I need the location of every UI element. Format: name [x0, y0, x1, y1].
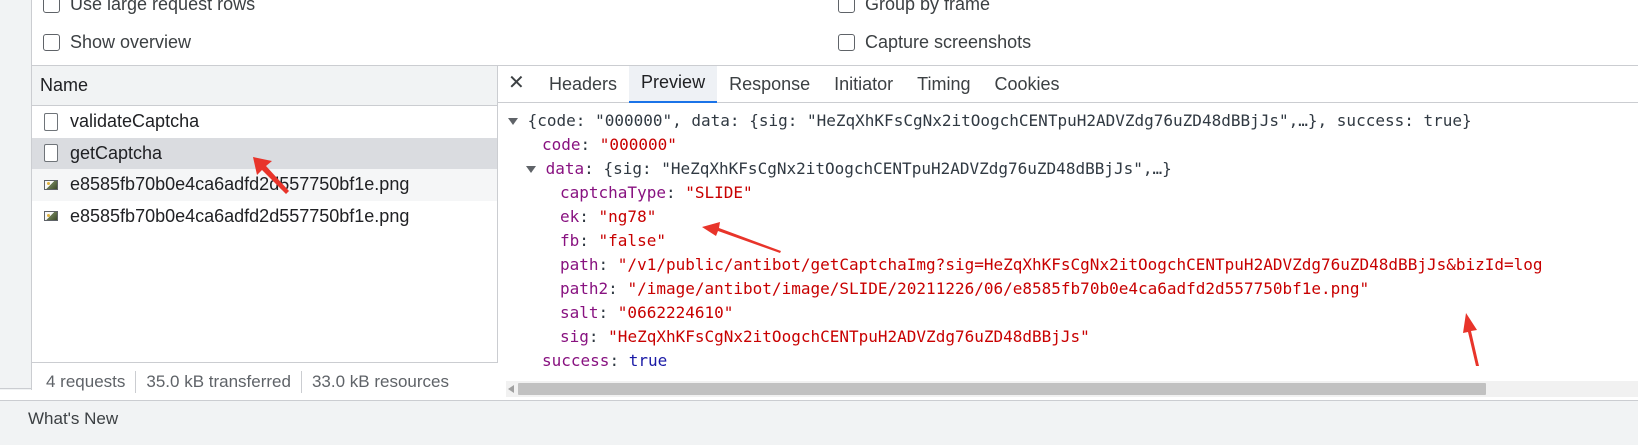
json-key: fb — [560, 231, 580, 250]
tab-whats-new[interactable]: What's New — [28, 409, 118, 429]
json-key: code — [542, 135, 581, 154]
request-rows: validateCaptcha getCaptcha e8585fb70b0e4… — [32, 106, 497, 232]
json-data-line[interactable]: data: {sig: "HeZqXhKFsCgNx2itOogchCENTpu… — [526, 158, 1172, 180]
tab-initiator[interactable]: Initiator — [822, 66, 905, 103]
json-field-line: fb: "false" — [560, 231, 666, 250]
scroll-left-icon[interactable] — [508, 385, 514, 393]
json-key: ek — [560, 207, 580, 226]
request-count: 4 requests — [46, 371, 126, 391]
name-column-header[interactable]: Name — [32, 66, 497, 106]
json-code-line: code: "000000" — [542, 135, 677, 154]
detail-tabbar: ✕ Headers Preview Response Initiator Tim… — [498, 66, 1638, 103]
json-key: sig — [560, 327, 589, 346]
group-by-frame-label: Group by frame — [865, 0, 991, 14]
expand-triangle-icon[interactable] — [526, 166, 536, 173]
json-key: salt — [560, 303, 599, 322]
network-summary-bar: 4 requests 35.0 kB transferred 33.0 kB r… — [32, 362, 498, 400]
json-value: "0662224610" — [617, 303, 734, 322]
request-detail-panel: ✕ Headers Preview Response Initiator Tim… — [498, 66, 1638, 400]
bottom-drawer: What's New — [0, 400, 1638, 445]
tab-timing[interactable]: Timing — [905, 66, 982, 103]
tab-headers[interactable]: Headers — [537, 66, 629, 103]
request-name: e8585fb70b0e4ca6adfd2d557750bf1e.png — [70, 174, 410, 195]
status-divider — [300, 370, 302, 393]
group-by-frame-checkbox[interactable] — [838, 0, 855, 13]
request-name: validateCaptcha — [70, 111, 200, 132]
capture-screenshots-checkbox[interactable] — [838, 34, 855, 51]
document-icon — [44, 144, 58, 163]
image-icon — [44, 179, 58, 190]
show-overview-label: Show overview — [70, 32, 192, 52]
tab-response[interactable]: Response — [717, 66, 822, 103]
scrollbar-thumb[interactable] — [518, 383, 1486, 395]
tab-preview[interactable]: Preview — [629, 66, 718, 103]
horizontal-scrollbar[interactable] — [506, 381, 1638, 397]
request-name: getCaptcha — [70, 142, 163, 163]
tab-cookies[interactable]: Cookies — [983, 66, 1072, 103]
json-field-line: path2: "/image/antibot/image/SLIDE/20211… — [560, 279, 1370, 298]
json-key: success — [542, 351, 610, 370]
json-value: "/v1/public/antibot/getCaptchaImg?sig=He… — [617, 255, 1543, 274]
image-icon — [44, 211, 58, 222]
use-large-rows-option[interactable]: Use large request rows — [43, 0, 255, 15]
resources-size: 33.0 kB resources — [311, 371, 449, 391]
use-large-rows-label: Use large request rows — [70, 0, 256, 14]
request-row-validatecaptcha[interactable]: validateCaptcha — [32, 106, 497, 138]
json-value: "HeZqXhKFsCgNx2itOogchCENTpuH2ADVZdg76uZ… — [608, 327, 1090, 346]
json-key: captchaType — [560, 183, 666, 202]
transferred-size: 35.0 kB transferred — [146, 371, 291, 391]
request-row-image-1[interactable]: e8585fb70b0e4ca6adfd2d557750bf1e.png — [32, 169, 497, 201]
show-overview-option[interactable]: Show overview — [43, 32, 191, 53]
json-data-summary: {sig: "HeZqXhKFsCgNx2itOogchCENTpuH2ADVZ… — [603, 159, 1172, 178]
json-value: "SLIDE" — [685, 183, 753, 202]
capture-screenshots-option[interactable]: Capture screenshots — [838, 32, 1031, 53]
document-icon — [44, 112, 58, 131]
json-field-line: captchaType: "SLIDE" — [560, 183, 753, 202]
json-key: path — [560, 255, 599, 274]
request-row-image-2[interactable]: e8585fb70b0e4ca6adfd2d557750bf1e.png — [32, 201, 497, 233]
json-value: "000000" — [599, 135, 677, 154]
json-root-line[interactable]: {code: "000000", data: {sig: "HeZqXhKFsC… — [508, 110, 1472, 132]
left-gutter — [0, 0, 32, 390]
name-column-label: Name — [40, 75, 89, 95]
json-preview: {code: "000000", data: {sig: "HeZqXhKFsC… — [498, 104, 1638, 374]
network-settings: Use large request rows Show overview Gro… — [32, 0, 1638, 66]
json-key: path2 — [560, 279, 609, 298]
use-large-rows-checkbox[interactable] — [43, 0, 60, 13]
json-value: true — [628, 351, 668, 370]
show-overview-checkbox[interactable] — [43, 34, 60, 51]
json-value: "false" — [598, 231, 666, 250]
group-by-frame-option[interactable]: Group by frame — [838, 0, 990, 15]
expand-triangle-icon[interactable] — [508, 118, 518, 125]
json-value: "ng78" — [598, 207, 657, 226]
request-list-panel: Name validateCaptcha getCaptcha e8585fb7… — [32, 66, 498, 400]
json-root-summary: {code: "000000", data: {sig: "HeZqXhKFsC… — [527, 111, 1472, 130]
json-field-line: path: "/v1/public/antibot/getCaptchaImg?… — [560, 255, 1543, 274]
detail-tabs: Headers Preview Response Initiator Timin… — [537, 66, 1072, 103]
capture-screenshots-label: Capture screenshots — [865, 32, 1032, 52]
request-name: e8585fb70b0e4ca6adfd2d557750bf1e.png — [70, 205, 410, 226]
json-field-line: salt: "0662224610" — [560, 303, 734, 322]
close-icon[interactable]: ✕ — [508, 72, 525, 94]
json-field-line: sig: "HeZqXhKFsCgNx2itOogchCENTpuH2ADVZd… — [560, 327, 1090, 346]
json-key: data — [545, 159, 585, 178]
json-field-line: ek: "ng78" — [560, 207, 657, 226]
gutter-divider — [0, 388, 32, 389]
request-row-getcaptcha[interactable]: getCaptcha — [32, 137, 497, 169]
status-divider — [135, 370, 137, 393]
json-value: "/image/antibot/image/SLIDE/20211226/06/… — [627, 279, 1370, 298]
json-success-line: success: true — [542, 351, 668, 370]
